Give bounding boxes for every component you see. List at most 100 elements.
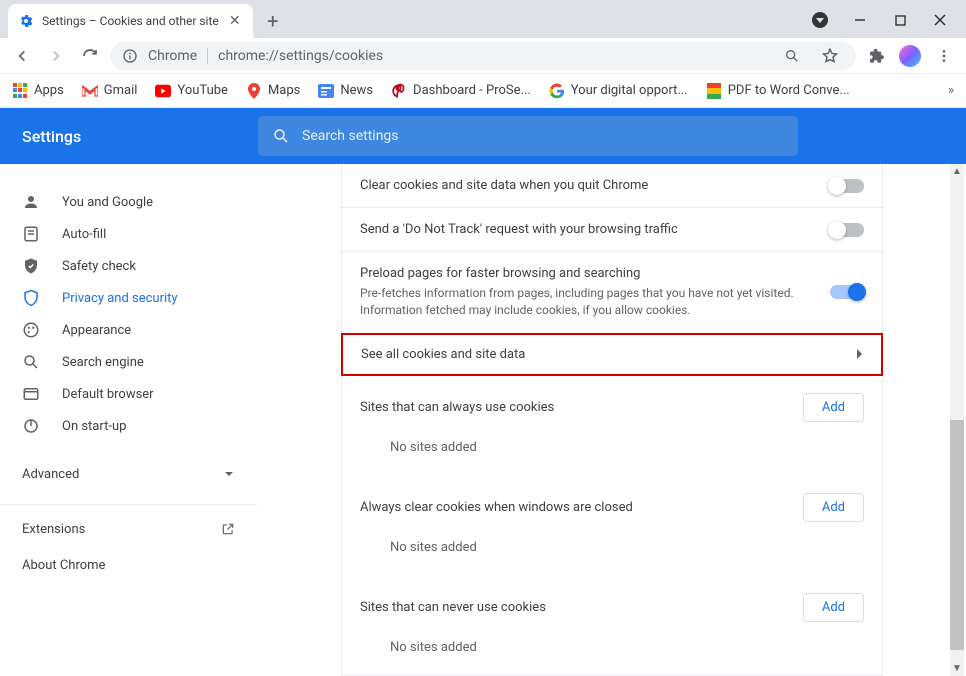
section-title: Always clear cookies when windows are cl…: [360, 500, 633, 515]
about-label: About Chrome: [22, 558, 105, 573]
account-dropdown-icon[interactable]: [812, 12, 828, 28]
search-icon: [272, 127, 290, 145]
section-title: Sites that can always use cookies: [360, 400, 554, 415]
toggle-clear-on-quit[interactable]: [830, 179, 864, 193]
sidebar-item-appearance[interactable]: Appearance: [0, 314, 239, 346]
google-g-icon: [549, 83, 565, 99]
scroll-up-arrow-icon[interactable]: ▲: [950, 164, 964, 178]
sidebar-item-search-engine[interactable]: Search engine: [0, 346, 239, 378]
search-settings-input[interactable]: [302, 128, 784, 144]
setting-sublabel: Pre-fetches information from pages, incl…: [360, 285, 816, 319]
sidebar-item-label: On start-up: [62, 419, 126, 434]
site-info-icon[interactable]: [122, 48, 138, 64]
see-all-cookies-row-highlighted: See all cookies and site data: [341, 333, 883, 376]
person-icon: [22, 193, 40, 211]
bookmark-label: Dashboard - ProSe...: [413, 83, 531, 98]
bookmark-digital[interactable]: Your digital opport...: [549, 83, 688, 99]
safety-shield-icon: [22, 257, 40, 275]
address-bar: Chrome chrome://settings/cookies: [0, 38, 966, 74]
bookmarks-bar: Apps Gmail YouTube Maps News Dashboard -…: [0, 74, 966, 108]
search-settings-box[interactable]: [258, 116, 798, 156]
chevron-down-icon: [223, 468, 235, 480]
settings-gear-icon: [18, 13, 34, 29]
sidebar-item-label: You and Google: [62, 195, 153, 210]
empty-list-label: No sites added: [360, 422, 864, 465]
autofill-icon: [22, 225, 40, 243]
extensions-puzzle-icon[interactable]: [862, 42, 890, 70]
minimize-icon[interactable]: [852, 12, 868, 28]
bookmark-maps[interactable]: Maps: [246, 83, 300, 99]
new-tab-button[interactable]: +: [259, 7, 287, 35]
sidebar-item-label: Search engine: [62, 355, 144, 370]
bookmark-pdf[interactable]: PDF to Word Conve...: [706, 83, 850, 99]
pdf-icon: [706, 83, 722, 99]
advanced-label: Advanced: [22, 467, 79, 482]
bookmark-star-icon[interactable]: [816, 42, 844, 70]
bookmark-label: News: [340, 83, 373, 98]
zoom-icon[interactable]: [778, 42, 806, 70]
settings-panel-wrap: Clear cookies and site data when you qui…: [258, 164, 966, 676]
omnibox[interactable]: Chrome chrome://settings/cookies: [110, 42, 856, 70]
scroll-down-arrow-icon[interactable]: ▼: [950, 662, 964, 676]
empty-list-label: No sites added: [360, 522, 864, 565]
add-always-allow-button[interactable]: Add: [803, 393, 864, 422]
scrollbar[interactable]: ▲ ▼: [950, 164, 964, 676]
sidebar-extensions[interactable]: Extensions: [0, 511, 257, 547]
see-all-cookies-link[interactable]: See all cookies and site data: [343, 335, 881, 374]
tab-title: Settings – Cookies and other site: [42, 14, 219, 28]
sidebar-item-you-and-google[interactable]: You and Google: [0, 186, 239, 218]
sidebar-item-privacy[interactable]: Privacy and security: [0, 282, 239, 314]
bookmark-news[interactable]: News: [318, 83, 373, 99]
browser-tab[interactable]: Settings – Cookies and other site ✕: [8, 4, 253, 38]
close-window-icon[interactable]: [932, 12, 948, 28]
appearance-icon: [22, 321, 40, 339]
youtube-icon: [155, 83, 171, 99]
sidebar-item-label: Safety check: [62, 259, 136, 274]
menu-dots-icon[interactable]: [930, 42, 958, 70]
setting-preload: Preload pages for faster browsing and se…: [342, 252, 882, 334]
bookmark-gmail[interactable]: Gmail: [82, 83, 138, 99]
chevron-right-icon: [855, 348, 863, 360]
bookmark-label: YouTube: [177, 83, 228, 98]
add-clear-on-close-button[interactable]: Add: [803, 493, 864, 522]
sidebar-advanced-toggle[interactable]: Advanced: [0, 454, 257, 494]
bookmark-youtube[interactable]: YouTube: [155, 83, 228, 99]
back-button[interactable]: [8, 42, 36, 70]
sidebar-item-safety[interactable]: Safety check: [0, 250, 239, 282]
sidebar-item-default-browser[interactable]: Default browser: [0, 378, 239, 410]
maps-pin-icon: [246, 83, 262, 99]
setting-do-not-track: Send a 'Do Not Track' request with your …: [342, 208, 882, 252]
maximize-icon[interactable]: [892, 12, 908, 28]
external-link-icon: [221, 522, 235, 536]
browser-icon: [22, 385, 40, 403]
bookmark-apps[interactable]: Apps: [12, 83, 64, 99]
browser-titlebar: Settings – Cookies and other site ✕ +: [0, 0, 966, 38]
settings-sidebar: You and Google Auto-fill Safety check Pr…: [0, 164, 258, 676]
sidebar-item-label: Privacy and security: [62, 291, 178, 306]
section-clear-on-close: Always clear cookies when windows are cl…: [342, 475, 882, 575]
bookmarks-overflow-icon[interactable]: »: [948, 83, 954, 98]
scroll-thumb[interactable]: [950, 420, 964, 650]
settings-header: Settings: [0, 108, 966, 164]
omnibox-divider: [207, 48, 208, 64]
toggle-preload[interactable]: [830, 285, 864, 299]
add-never-allow-button[interactable]: Add: [803, 593, 864, 622]
sidebar-item-autofill[interactable]: Auto-fill: [0, 218, 239, 250]
empty-list-label: No sites added: [360, 622, 864, 665]
close-tab-icon[interactable]: ✕: [227, 13, 243, 29]
sidebar-item-label: Auto-fill: [62, 227, 106, 242]
setting-label: Preload pages for faster browsing and se…: [360, 266, 816, 281]
pinterest-icon: [391, 83, 407, 99]
toggle-do-not-track[interactable]: [830, 223, 864, 237]
cookies-settings-panel: Clear cookies and site data when you qui…: [341, 164, 883, 676]
reload-button[interactable]: [76, 42, 104, 70]
section-always-allow: Sites that can always use cookies Add No…: [342, 375, 882, 475]
page-title: Settings: [0, 127, 258, 146]
gmail-icon: [82, 83, 98, 99]
profile-avatar-icon[interactable]: [896, 42, 924, 70]
bookmark-dashboard[interactable]: Dashboard - ProSe...: [391, 83, 531, 99]
sidebar-item-startup[interactable]: On start-up: [0, 410, 239, 442]
sidebar-about[interactable]: About Chrome: [0, 547, 257, 583]
sidebar-item-label: Appearance: [62, 323, 131, 338]
sidebar-item-label: Default browser: [62, 387, 154, 402]
